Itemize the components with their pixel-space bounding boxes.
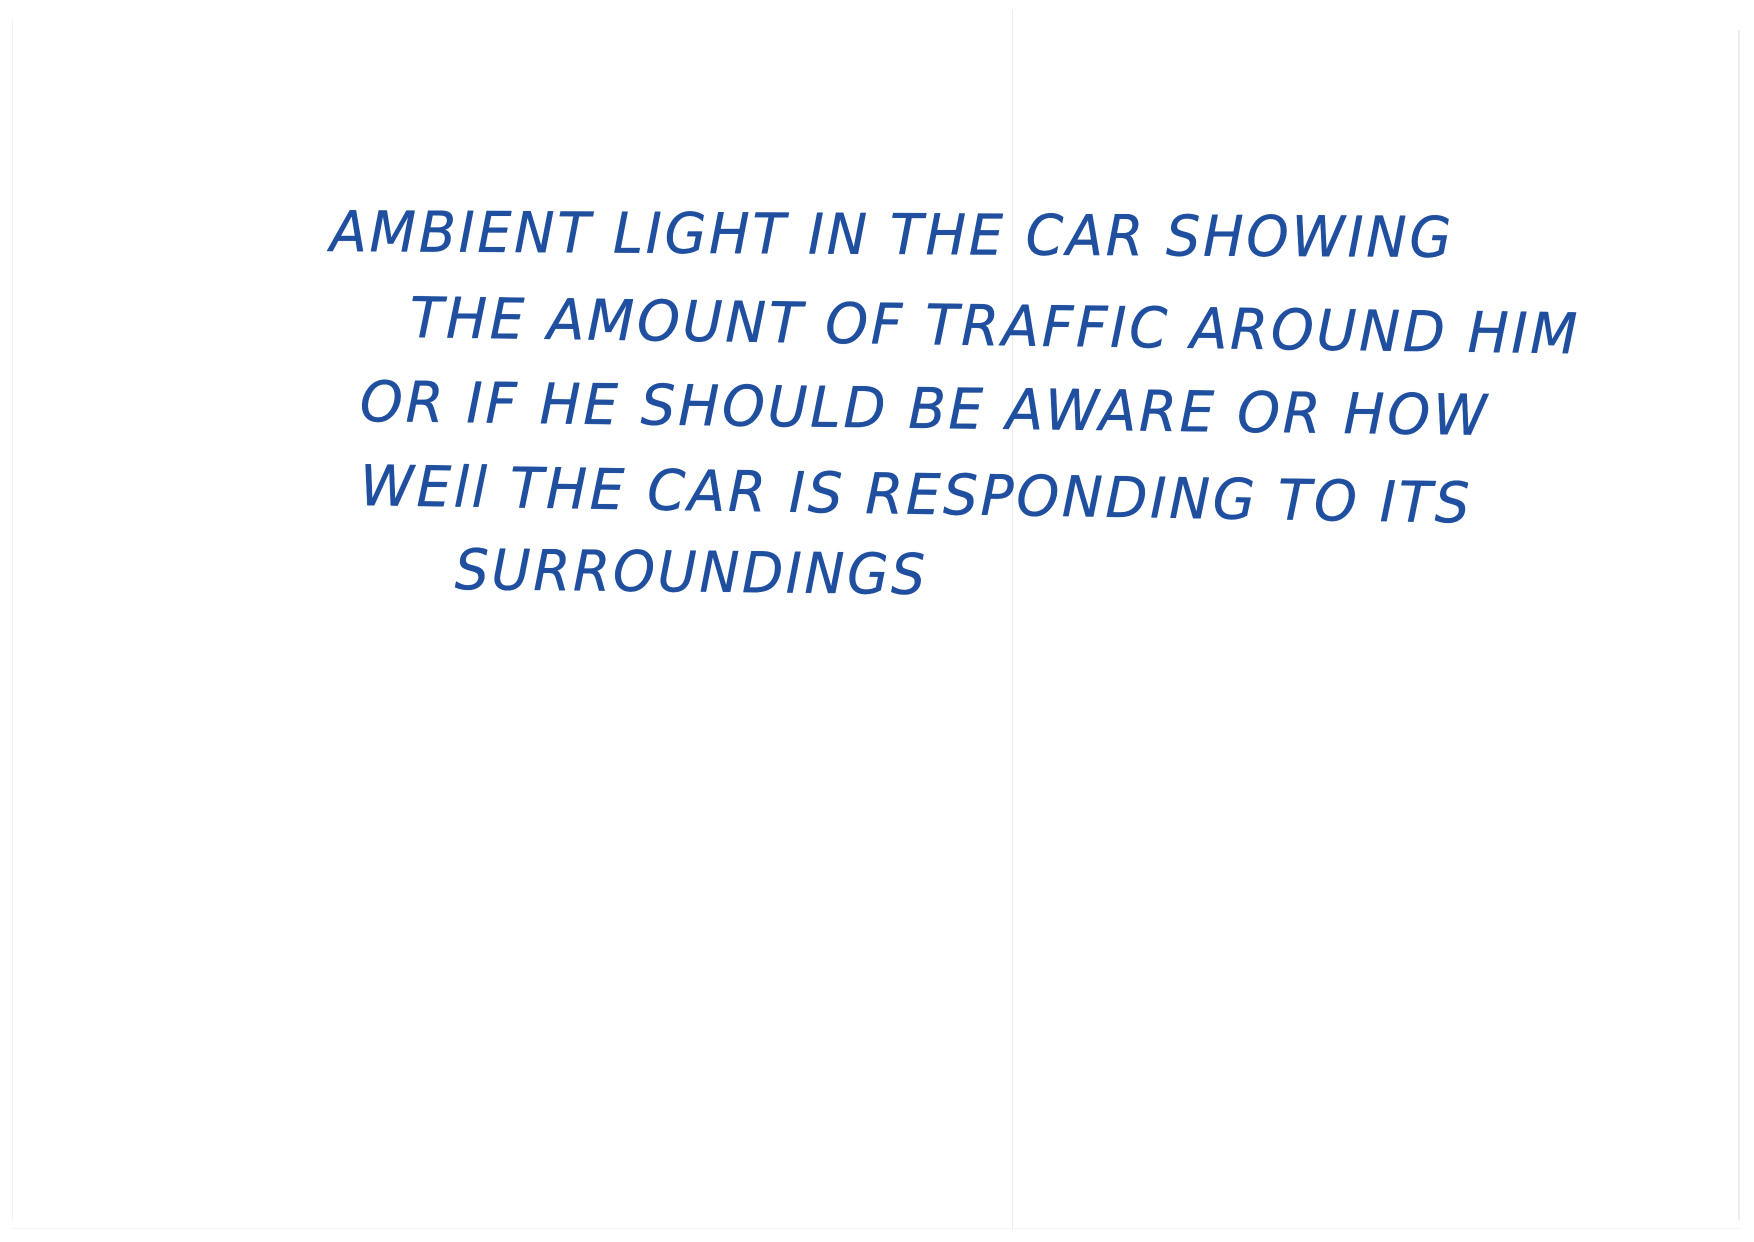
note-line-4: WEll THE CAR IS RESPONDING TO ITS — [359, 454, 1473, 537]
scan-edge-bottom — [12, 1228, 1740, 1229]
scan-edge-left — [12, 20, 13, 1220]
scan-edge-right — [1738, 30, 1740, 1220]
handwritten-note: AMBIENT LIGHT IN THE CAR SHOWING THE AMO… — [320, 195, 1581, 609]
scanned-page: AMBIENT LIGHT IN THE CAR SHOWING THE AMO… — [0, 0, 1754, 1242]
note-line-5: SURROUNDINGS — [454, 538, 929, 608]
note-line-3: OR IF HE SHOULD BE AWARE OR HOW — [359, 370, 1491, 449]
note-line-2: THE AMOUNT OF TRAFFIC AROUND HIM — [409, 286, 1581, 368]
paper-fold-line — [1012, 10, 1013, 1230]
note-line-1: AMBIENT LIGHT IN THE CAR SHOWING — [329, 200, 1455, 271]
